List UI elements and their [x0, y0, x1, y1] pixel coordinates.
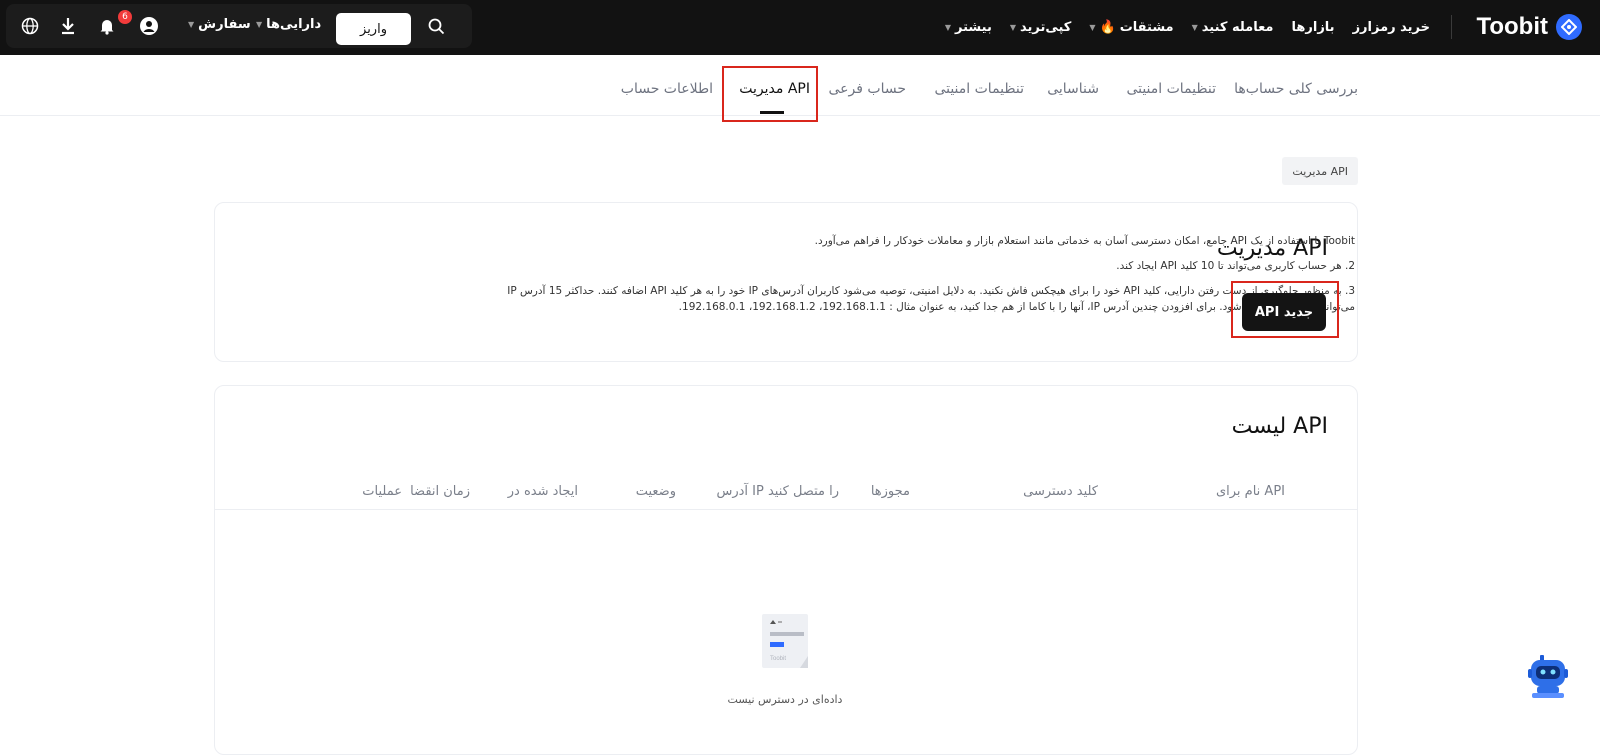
api-description-2: 2. هر حساب کاربری می‌تواند تا 10 کلید AP… — [1116, 260, 1355, 272]
column-status: وضعیت — [635, 484, 676, 499]
chevron-down-icon: ▼ — [256, 20, 263, 29]
brand-name: Toobit — [1476, 13, 1548, 40]
main-nav: خرید رمزارز بازارها معامله کنید ▼ مشتقات 🔥… — [945, 0, 1430, 55]
breadcrumb: مدیریت API — [1282, 157, 1358, 185]
chevron-down-icon: ▼ — [944, 23, 952, 32]
empty-state-text: داده‌ای در دسترس نیست — [727, 693, 843, 706]
fire-icon: 🔥 — [1099, 20, 1116, 35]
api-description-1: Toobit با استفاده از یک API جامع، امکان … — [814, 235, 1355, 247]
column-expiry: زمان انقضا — [410, 484, 470, 499]
nav-more[interactable]: بیشتر ▼ — [945, 20, 992, 35]
toobit-logo-icon — [1556, 14, 1582, 40]
tab-security-settings[interactable]: تنظیمات امنیتی — [1126, 81, 1216, 97]
column-permissions: مجوزها — [870, 484, 910, 499]
nav-buy-crypto-label: خرید رمزارز — [1352, 20, 1430, 35]
column-ip-address: آدرس IP را متصل کنید — [716, 484, 839, 499]
deposit-button[interactable]: واریز — [336, 13, 411, 45]
nav-copy-trade[interactable]: کپی‌ترید ▼ — [1010, 20, 1072, 35]
api-description-3a: 3. به منظور جلوگیری از دست رفتن دارایی، … — [507, 285, 1355, 297]
chevron-down-icon: ▼ — [1191, 23, 1198, 32]
nav-derivatives[interactable]: مشتقات 🔥 ▼ — [1089, 20, 1173, 35]
logo-divider — [1451, 15, 1452, 39]
column-created-at: ایجاد شده در — [507, 484, 578, 499]
search-icon[interactable] — [426, 16, 446, 36]
language-globe-icon[interactable] — [20, 16, 40, 36]
tab-highlight-box — [722, 66, 818, 122]
table-header-divider — [215, 509, 1357, 510]
support-bot-icon[interactable] — [1526, 653, 1570, 699]
column-access-key: کلید دسترسی — [1023, 484, 1098, 499]
download-icon[interactable] — [58, 16, 78, 36]
user-toolbar: 6 ▼ سفارش ▼ دارایی‌ها واریز — [6, 4, 472, 48]
api-list-title: لیست API — [1231, 414, 1328, 439]
top-navigation-bar: Toobit خرید رمزارز بازارها معامله کنید ▼ … — [0, 0, 1600, 55]
column-api-name: نام برای API — [1215, 484, 1285, 499]
tab-security-settings-2[interactable]: تنظیمات امنیتی — [934, 81, 1024, 97]
empty-logo-text: Toobit — [770, 656, 786, 662]
assets-menu[interactable]: ▼ دارایی‌ها — [256, 17, 321, 32]
bell-icon[interactable] — [97, 16, 117, 36]
brand-logo[interactable]: Toobit — [1476, 12, 1582, 42]
nav-markets[interactable]: بازارها — [1291, 20, 1334, 35]
nav-more-label: بیشتر — [955, 20, 992, 35]
nav-buy-crypto[interactable]: خرید رمزارز — [1353, 20, 1430, 35]
user-avatar-icon[interactable] — [139, 16, 159, 36]
assets-label: دارایی‌ها — [266, 17, 322, 32]
orders-menu[interactable]: ▼ سفارش — [188, 17, 251, 32]
tab-account-info[interactable]: اطلاعات حساب — [621, 81, 713, 97]
nav-markets-label: بازارها — [1291, 20, 1335, 35]
chevron-down-icon: ▼ — [188, 20, 195, 29]
orders-label: سفارش — [198, 17, 251, 32]
nav-trade[interactable]: معامله کنید ▼ — [1192, 20, 1274, 35]
chevron-down-icon: ▼ — [1009, 23, 1016, 32]
nav-derivatives-label: مشتقات — [1119, 20, 1174, 35]
api-management-card — [214, 202, 1358, 362]
tab-identification[interactable]: شناسایی — [1047, 81, 1099, 97]
chevron-down-icon: ▼ — [1089, 23, 1096, 32]
button-highlight-box — [1231, 281, 1339, 338]
notification-badge: 6 — [118, 10, 132, 24]
column-actions: عملیات — [362, 484, 402, 499]
nav-copy-trade-label: کپی‌ترید — [1019, 20, 1072, 35]
tab-accounts-overview[interactable]: بررسی کلی حساب‌ها — [1234, 81, 1358, 97]
nav-trade-label: معامله کنید — [1201, 20, 1274, 35]
empty-state-illustration: Toobit — [760, 612, 810, 672]
tab-sub-account[interactable]: حساب فرعی — [829, 81, 906, 97]
